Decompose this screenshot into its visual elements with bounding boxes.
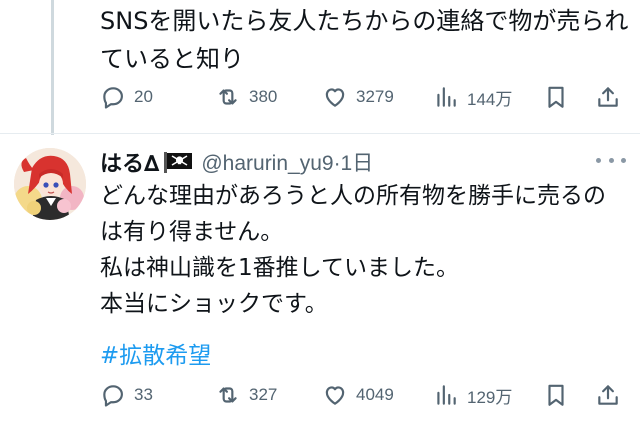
display-name[interactable]: はる∆ bbox=[100, 146, 159, 178]
like-button[interactable]: 4049 bbox=[322, 380, 394, 410]
previous-tweet-line: SNSを開いたら友人たちからの連絡で物が売られ bbox=[100, 7, 629, 35]
avatar-illustration bbox=[14, 148, 86, 220]
tweet-text: どんな理由があろうと人の所有物を勝手に売るの は有り得ません。 私は神山識を1番… bbox=[100, 178, 625, 322]
retweet-icon bbox=[219, 387, 237, 403]
tweet-divider bbox=[0, 133, 640, 134]
handle-and-time[interactable]: @harurin_yu9·1日 bbox=[201, 147, 373, 177]
previous-tweet-text: SNSを開いたら友人たちからの連絡で物が売られ ていると知り bbox=[100, 2, 629, 78]
pirate-flag-icon bbox=[164, 152, 193, 173]
views-button[interactable]: 144万 bbox=[433, 82, 512, 112]
like-count: 3279 bbox=[356, 87, 394, 106]
more-icon bbox=[596, 157, 601, 163]
retweet-icon bbox=[219, 89, 237, 105]
like-icon bbox=[325, 88, 345, 107]
views-icon bbox=[437, 385, 456, 405]
like-count: 4049 bbox=[356, 385, 394, 404]
tweet-text-line: 私は神山識を1番推していました。 bbox=[100, 255, 459, 281]
tweet-text-line: 本当にショックです。 bbox=[100, 291, 328, 317]
previous-tweet-line: ていると知り bbox=[100, 45, 244, 73]
avatar[interactable] bbox=[14, 148, 86, 220]
reply-count: 33 bbox=[134, 385, 153, 404]
views-count: 144万 bbox=[467, 89, 513, 109]
like-button[interactable]: 3279 bbox=[322, 82, 394, 112]
views-button[interactable]: 129万 bbox=[433, 380, 512, 410]
thread-connector-line bbox=[51, 0, 54, 135]
share-button[interactable] bbox=[595, 380, 621, 410]
bookmark-button[interactable] bbox=[543, 380, 569, 410]
tweet-text-line: は有り得ません。 bbox=[100, 219, 284, 245]
share-icon bbox=[598, 385, 618, 405]
reply-button[interactable]: 33 bbox=[100, 380, 153, 410]
share-icon bbox=[598, 87, 618, 107]
views-icon bbox=[437, 87, 456, 107]
bookmark-icon bbox=[548, 86, 564, 108]
bookmark-icon bbox=[548, 384, 564, 406]
share-button[interactable] bbox=[595, 82, 621, 112]
retweet-count: 327 bbox=[249, 385, 278, 404]
reply-count: 20 bbox=[134, 87, 153, 106]
reply-icon bbox=[103, 385, 123, 407]
more-icon bbox=[621, 157, 626, 163]
retweet-button[interactable]: 380 bbox=[215, 82, 277, 112]
tweet-text-line: どんな理由があろうと人の所有物を勝手に売るの bbox=[100, 183, 606, 209]
tweet-header: はる∆ @harurin_yu9·1日 bbox=[100, 146, 373, 178]
tweet-actions: 33 327 4049 129万 bbox=[100, 380, 625, 410]
reply-button[interactable]: 20 bbox=[100, 82, 153, 112]
more-icon bbox=[608, 157, 614, 163]
hashtag-link[interactable]: #拡散希望 bbox=[100, 336, 211, 370]
previous-tweet-actions: 20 380 3279 144万 bbox=[100, 82, 625, 112]
bookmark-button[interactable] bbox=[543, 82, 569, 112]
retweet-count: 380 bbox=[249, 87, 278, 106]
views-count: 129万 bbox=[467, 387, 513, 407]
reply-icon bbox=[103, 87, 123, 109]
like-icon bbox=[325, 386, 345, 405]
more-options-button[interactable] bbox=[596, 150, 626, 170]
retweet-button[interactable]: 327 bbox=[215, 380, 277, 410]
